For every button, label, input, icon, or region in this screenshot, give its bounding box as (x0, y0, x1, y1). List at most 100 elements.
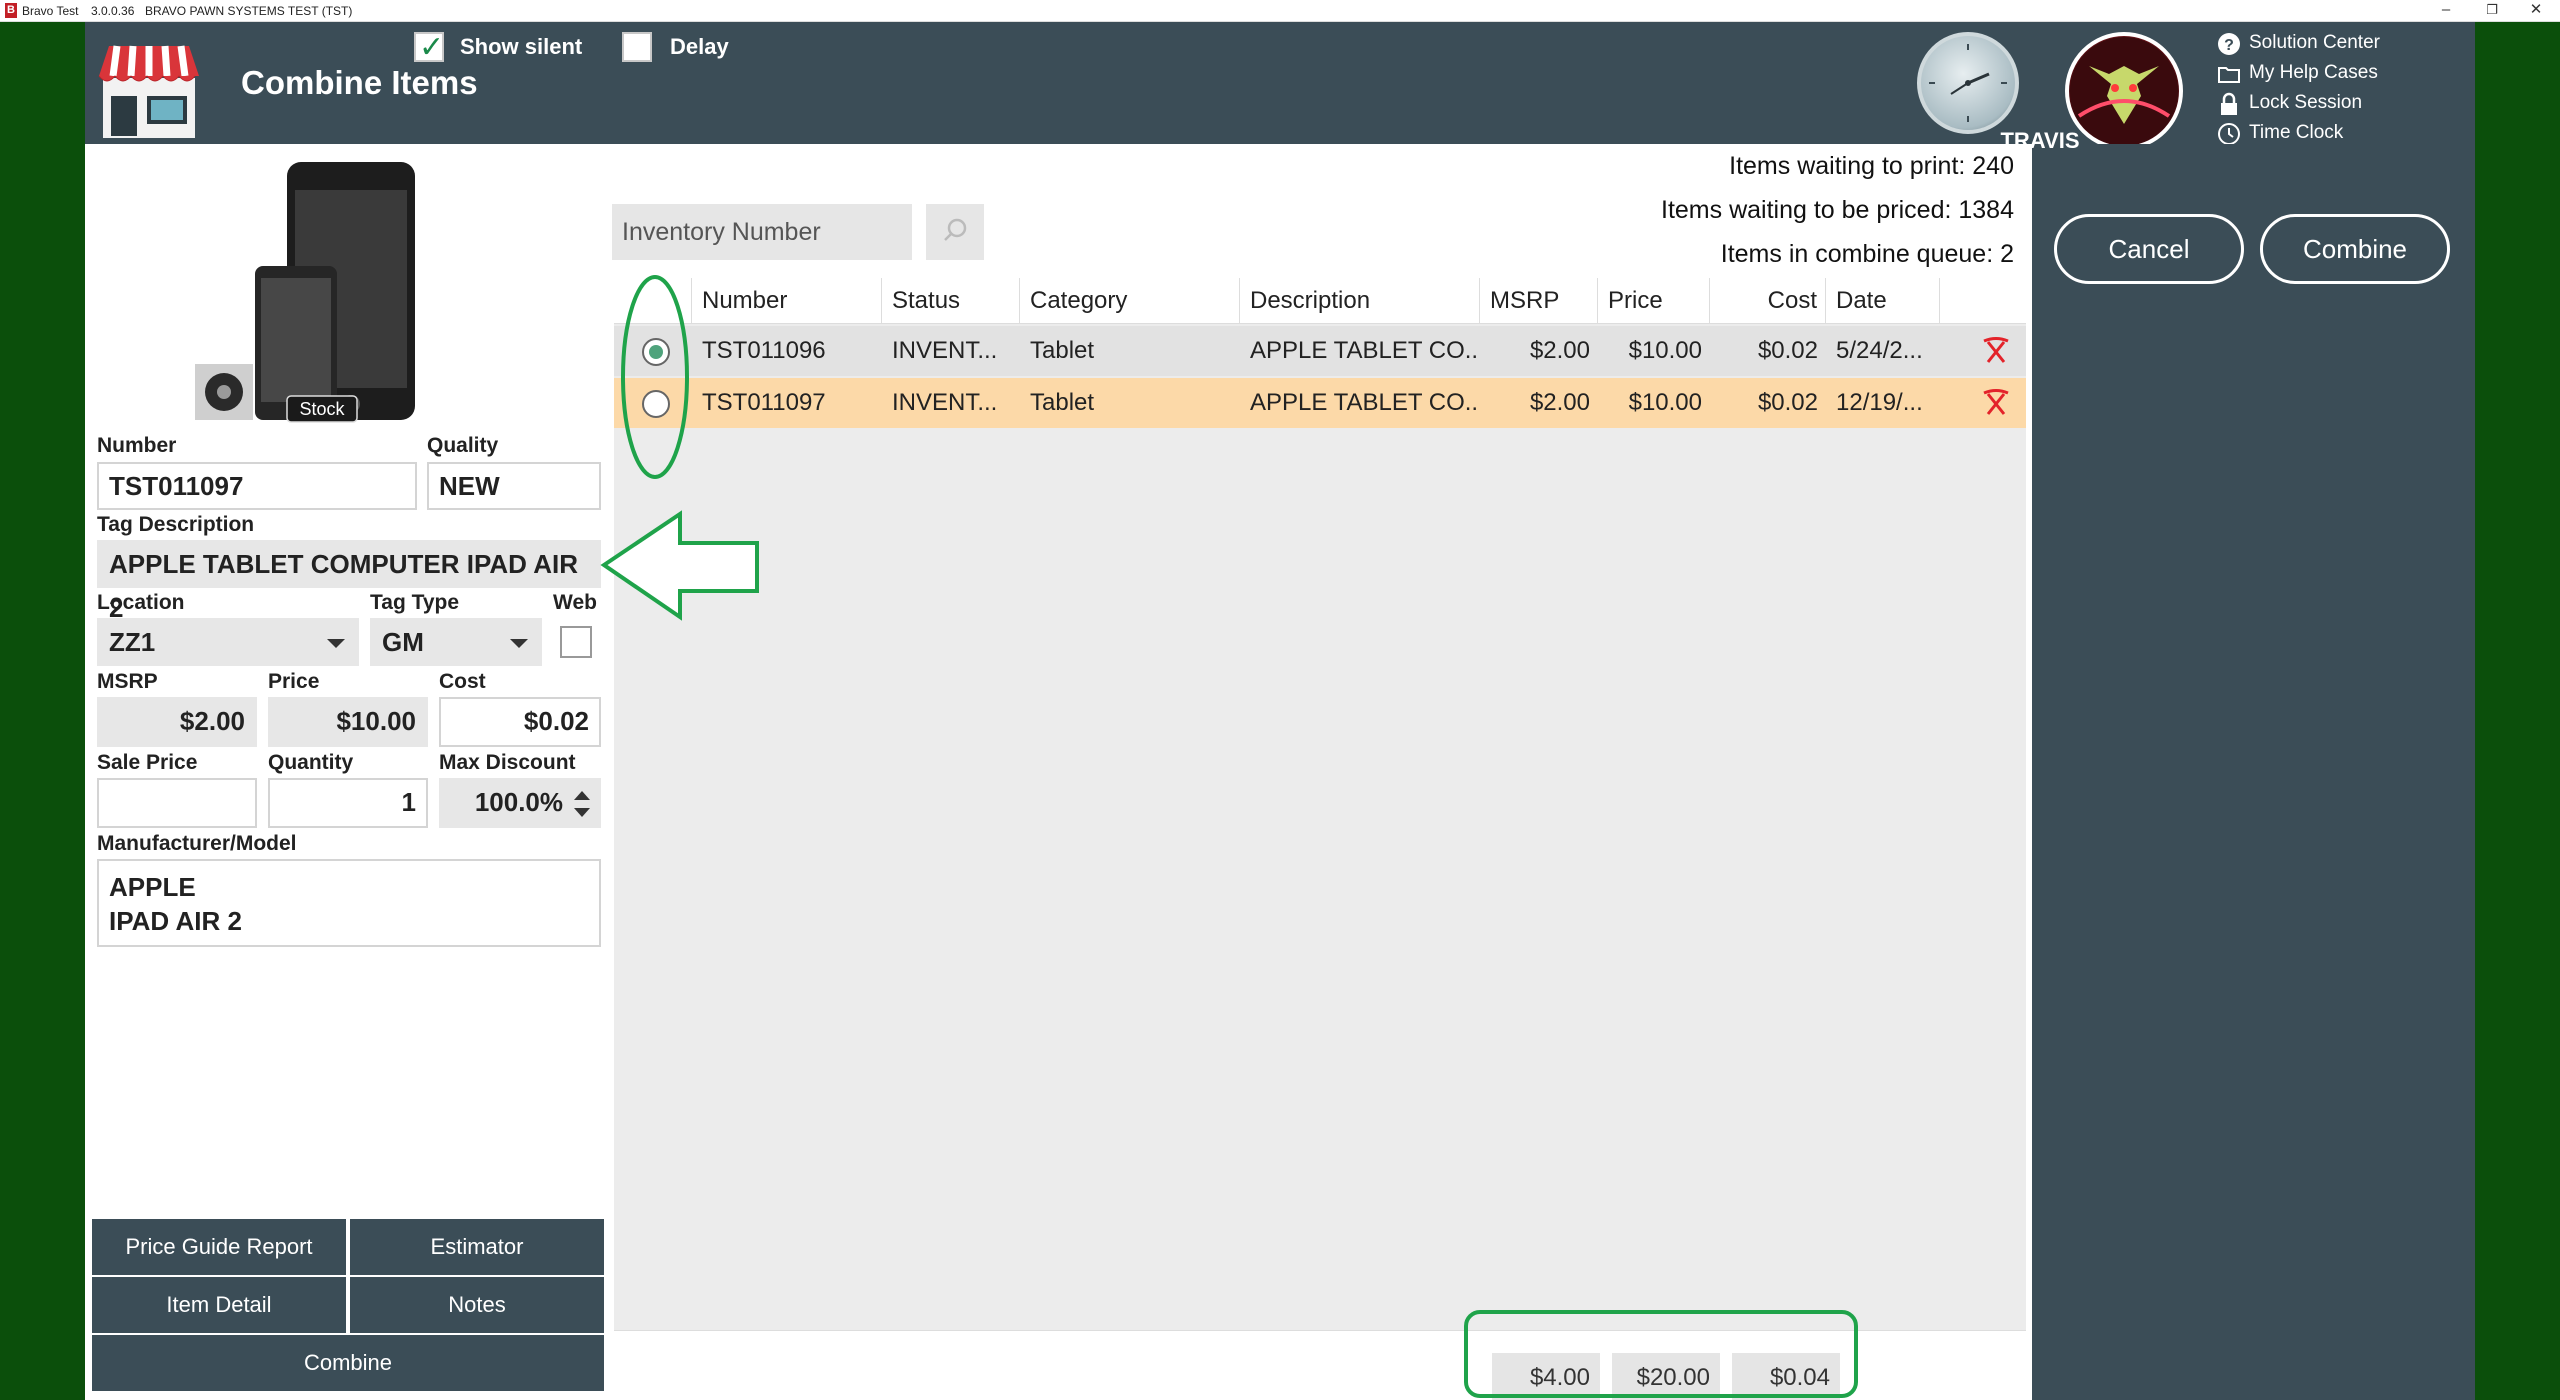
action-panel: Cancel Combine (2032, 144, 2475, 1400)
price-field[interactable]: $10.00 (268, 697, 428, 747)
remove-row-icon[interactable] (1981, 388, 2011, 418)
row-select-radio[interactable] (642, 390, 670, 418)
stepper-arrows-icon[interactable] (573, 788, 591, 820)
app-version: 3.0.0.36 (91, 4, 135, 18)
max-discount-value: 100.0% (474, 787, 563, 817)
chevron-down-icon (510, 639, 528, 648)
total-msrp: $4.00 (1492, 1353, 1600, 1400)
inventory-number-input[interactable]: Inventory Number (612, 204, 912, 260)
product-image-icon[interactable]: Stock (195, 160, 495, 430)
quality-field[interactable]: NEW (427, 462, 601, 510)
sale-price-field[interactable] (97, 778, 257, 828)
combine-left-button[interactable]: Combine (92, 1335, 604, 1391)
select-column-header (614, 278, 692, 324)
estimator-button[interactable]: Estimator (350, 1219, 604, 1275)
minimize-button[interactable]: – (2423, 0, 2469, 22)
web-checkbox[interactable] (560, 626, 592, 658)
solution-center-label: Solution Center (2249, 32, 2380, 53)
combine-grid-panel: Inventory Number Items waiting to print:… (610, 144, 2032, 1400)
cancel-button[interactable]: Cancel (2054, 214, 2244, 284)
column-header-status[interactable]: Status (882, 278, 1020, 324)
cost-label: Cost (439, 670, 486, 693)
search-button[interactable] (926, 204, 984, 260)
column-header-description[interactable]: Description (1240, 278, 1480, 324)
solution-center-link[interactable]: ? Solution Center (2217, 30, 2380, 60)
number-field[interactable]: TST011097 (97, 462, 417, 510)
location-dropdown[interactable]: ZZ1 (97, 618, 359, 666)
location-label: Location (97, 591, 185, 614)
stock-badge: Stock (299, 399, 345, 419)
row-cost: $0.02 (1757, 389, 1818, 416)
tag-description-field[interactable]: APPLE TABLET COMPUTER IPAD AIR 2 (97, 540, 601, 623)
total-cost: $0.04 (1732, 1353, 1840, 1400)
help-links: ? Solution Center My Help Cases Lock Ses… (2217, 30, 2380, 150)
delay-checkbox[interactable] (622, 32, 652, 62)
sale-price-label: Sale Price (97, 751, 198, 774)
restore-button[interactable]: ❐ (2469, 0, 2515, 22)
column-header-number[interactable]: Number (692, 278, 882, 324)
tag-description-label: Tag Description (97, 513, 255, 536)
my-help-cases-label: My Help Cases (2249, 62, 2378, 83)
manufacturer-model-field[interactable]: APPLE IPAD AIR 2 (97, 859, 601, 947)
user-avatar[interactable] (2065, 32, 2183, 150)
delete-column-header (1940, 278, 2026, 324)
column-header-msrp[interactable]: MSRP (1480, 278, 1598, 324)
msrp-field[interactable]: $2.00 (97, 697, 257, 747)
row-status: INVENT... (892, 337, 998, 364)
msrp-label: MSRP (97, 670, 158, 693)
row-number: TST011096 (702, 337, 826, 364)
row-description: APPLE TABLET CO... (1250, 337, 1480, 364)
time-clock-label: Time Clock (2249, 122, 2344, 143)
items-combine-queue: Items in combine queue: 2 (1720, 240, 2014, 268)
clock-widget (1917, 32, 2019, 134)
my-help-cases-link[interactable]: My Help Cases (2217, 60, 2380, 90)
item-detail-button[interactable]: Item Detail (92, 1277, 346, 1333)
question-circle-icon: ? (2218, 33, 2240, 55)
combine-button[interactable]: Combine (2260, 214, 2450, 284)
web-label: Web (553, 591, 597, 614)
row-description: APPLE TABLET CO... (1250, 389, 1480, 416)
cost-field[interactable]: $0.02 (439, 697, 601, 747)
search-icon (944, 218, 967, 241)
quality-label: Quality (427, 434, 499, 457)
price-guide-report-button[interactable]: Price Guide Report (92, 1219, 346, 1275)
analog-clock-icon (1929, 44, 2007, 122)
manufacturer-value: APPLE (109, 872, 196, 902)
column-header-price[interactable]: Price (1598, 278, 1710, 324)
number-label: Number (97, 434, 177, 457)
combine-items-grid: Number Status Category Description MSRP … (614, 278, 2026, 1330)
manufacturer-model-label: Manufacturer/Model (97, 832, 297, 855)
column-header-category[interactable]: Category (1020, 278, 1240, 324)
avatar-image-icon (2070, 37, 2178, 145)
remove-row-icon[interactable] (1981, 336, 2011, 366)
column-header-date[interactable]: Date (1826, 278, 1940, 324)
quantity-field[interactable]: 1 (268, 778, 428, 828)
lock-session-label: Lock Session (2249, 92, 2363, 113)
quantity-label: Quantity (268, 751, 354, 774)
lock-session-link[interactable]: Lock Session (2217, 90, 2380, 120)
app-logo-icon: B (5, 3, 17, 18)
close-window-button[interactable]: ✕ (2513, 0, 2559, 22)
row-date: 5/24/2... (1836, 337, 1923, 364)
table-row[interactable]: TST011097 INVENT... Tablet APPLE TABLET … (614, 378, 2026, 428)
notes-button[interactable]: Notes (350, 1277, 604, 1333)
folder-icon (2218, 67, 2240, 83)
model-value: IPAD AIR 2 (109, 906, 242, 936)
items-waiting-print: Items waiting to print: 240 (1729, 152, 2014, 180)
row-category: Tablet (1030, 337, 1095, 364)
grid-header: Number Status Category Description MSRP … (614, 278, 2026, 324)
system-name: BRAVO PAWN SYSTEMS TEST (TST) (145, 4, 353, 18)
grid-totals-row: $4.00 $20.00 $0.04 (614, 1330, 2026, 1400)
tag-type-dropdown[interactable]: GM (370, 618, 542, 666)
page-title: Combine Items (241, 64, 478, 101)
location-value: ZZ1 (109, 627, 156, 657)
show-silent-checkbox[interactable]: ✓ (414, 31, 444, 64)
app-name: Bravo Test (22, 4, 79, 18)
table-row[interactable]: TST011096 INVENT... Tablet APPLE TABLET … (614, 326, 2026, 376)
column-header-cost[interactable]: Cost (1710, 278, 1826, 324)
items-waiting-priced: Items waiting to be priced: 1384 (1661, 196, 2014, 224)
max-discount-stepper[interactable]: 100.0% (439, 778, 601, 828)
row-select-radio[interactable] (642, 338, 670, 366)
app-header: Combine Items ✓ Show silent Delay ? Solu… (85, 22, 2475, 150)
row-status: INVENT... (892, 389, 998, 416)
